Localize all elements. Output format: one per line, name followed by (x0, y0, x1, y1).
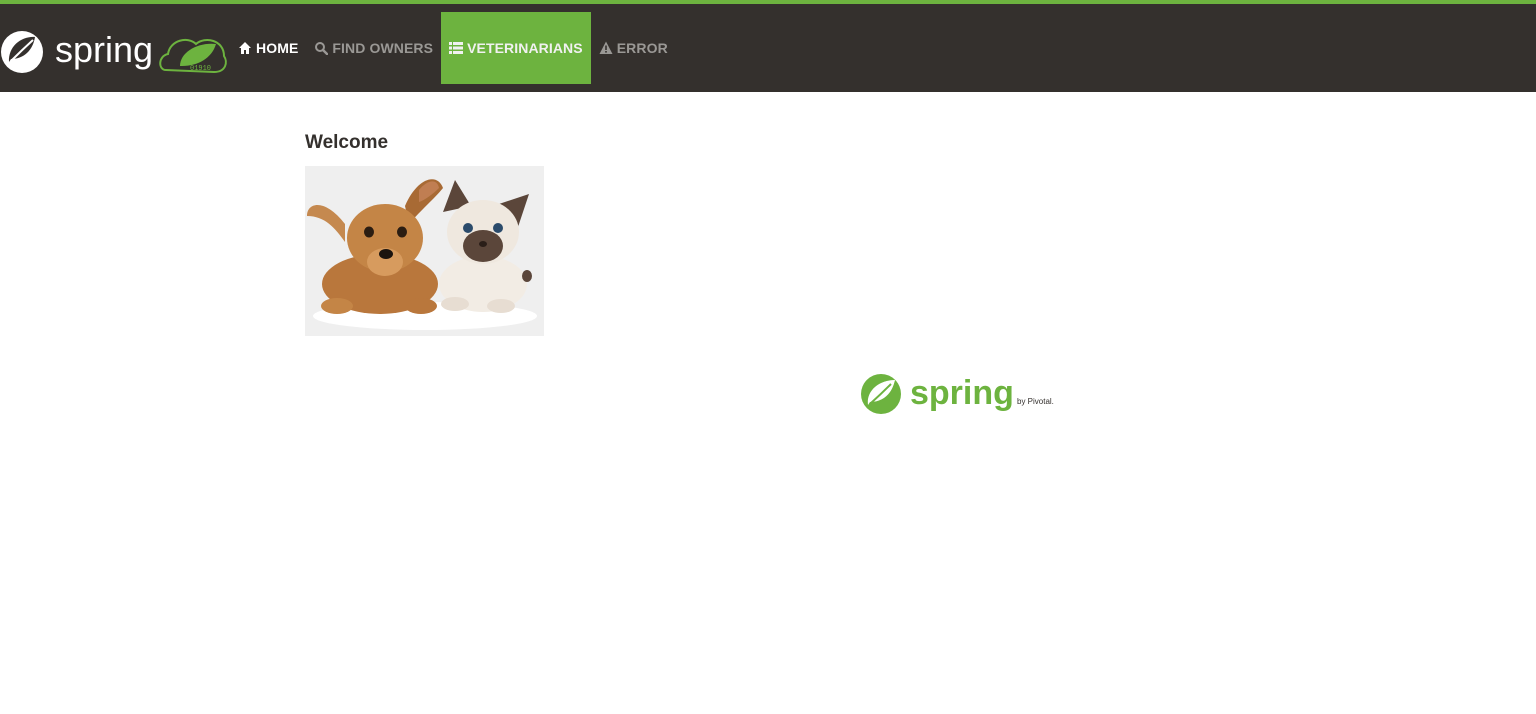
pets-image (305, 166, 544, 336)
nav-veterinarians[interactable]: VETERINARIANS (441, 12, 591, 84)
nav-find-owners[interactable]: FIND OWNERS (306, 12, 441, 84)
search-icon (315, 42, 329, 55)
nav-veterinarians-label: VETERINARIANS (467, 40, 583, 56)
page-title: Welcome (305, 132, 389, 153)
nav-find-owners-label: FIND OWNERS (332, 40, 434, 56)
main-nav: HOME FIND OWNERS VETERINARIANS ERROR (230, 12, 676, 84)
footer-wordmark: spring (910, 374, 1014, 412)
footer-spring-logo: spring by Pivotal. (860, 372, 1060, 416)
th-list-icon (449, 42, 464, 54)
nav-error-label: ERROR (616, 40, 668, 56)
nav-home[interactable]: HOME (230, 12, 306, 84)
home-icon (239, 42, 251, 54)
brand-wordmark: spring (55, 29, 153, 70)
brand-logo[interactable]: spring 01910 (0, 26, 230, 78)
svg-text:01910: 01910 (190, 65, 211, 73)
warning-icon (599, 41, 613, 54)
nav-error[interactable]: ERROR (591, 12, 676, 84)
navbar: spring 01910 HOME FIND OWNERS VETERINARI… (0, 0, 1536, 92)
footer-tagline: by Pivotal. (1017, 397, 1054, 406)
nav-home-label: HOME (256, 40, 299, 56)
